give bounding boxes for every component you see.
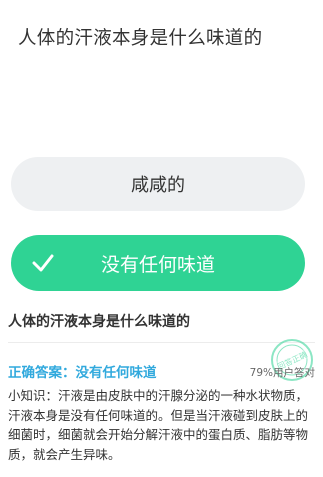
check-icon xyxy=(32,254,54,272)
question-title: 人体的汗液本身是什么味道的 xyxy=(18,28,263,49)
option-label: 咸咸的 xyxy=(131,175,185,196)
knowledge-tip: 小知识：汗液是由皮肤中的汗腺分泌的一种水状物质，汗液本身是没有任何味道的。但是当… xyxy=(8,388,309,462)
option-label: 没有任何味道 xyxy=(100,253,215,276)
correct-answer: 正确答案：没有任何味道 xyxy=(8,365,157,381)
correct-percentage: 79%用户答对 xyxy=(249,367,315,379)
option-salty[interactable]: 咸咸的 xyxy=(11,157,305,211)
quiz-page: 人体的汗液本身是什么味道的 咸咸的 没有任何味道 人体的汗液本身是什么味道的 回… xyxy=(0,0,323,477)
divider xyxy=(8,342,315,343)
explanation-title: 人体的汗液本身是什么味道的 xyxy=(8,314,190,330)
option-no-taste[interactable]: 没有任何味道 xyxy=(11,235,305,291)
